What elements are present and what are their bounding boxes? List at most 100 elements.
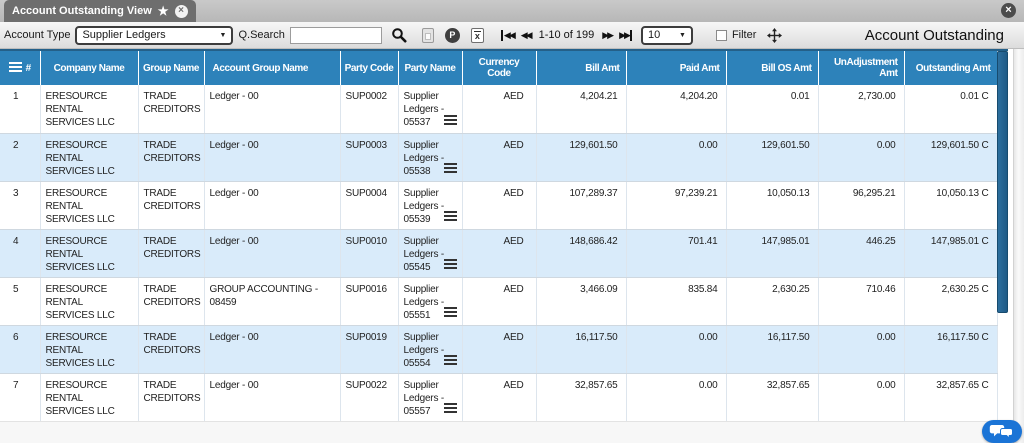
row-selector-icon[interactable] bbox=[8, 62, 22, 72]
search-icon[interactable] bbox=[391, 27, 407, 43]
party-detail-list-icon[interactable] bbox=[443, 258, 457, 269]
grid-scrollbar-thumb[interactable] bbox=[997, 51, 1008, 313]
header-currency-code[interactable]: Currency Code bbox=[462, 51, 537, 85]
cell-row-number: 5 bbox=[0, 277, 41, 326]
table-row[interactable]: 5 ERESOURCE RENTAL SERVICES LLC TRADE CR… bbox=[0, 277, 998, 326]
cell-party-code: SUP0003 bbox=[340, 133, 399, 182]
cell-group-name: TRADE CREDITORS bbox=[138, 373, 205, 422]
cell-group-name: TRADE CREDITORS bbox=[138, 325, 205, 374]
page-size-value: 10 bbox=[647, 29, 661, 41]
cell-account-group-name: Ledger - 00 bbox=[204, 325, 341, 374]
cell-account-group-name: Ledger - 00 bbox=[204, 181, 341, 230]
cell-paid-amt: 0.00 bbox=[626, 133, 727, 182]
cell-account-group-name: Ledger - 00 bbox=[204, 85, 341, 134]
header-bill-amt[interactable]: Bill Amt bbox=[536, 51, 627, 85]
header-unadjustment-amt[interactable]: UnAdjustment Amt bbox=[818, 51, 905, 85]
cell-party-code: SUP0002 bbox=[340, 85, 399, 134]
chat-button[interactable] bbox=[982, 420, 1022, 443]
cell-bill-os-amt: 0.01 bbox=[726, 85, 819, 134]
cell-paid-amt: 0.00 bbox=[626, 325, 727, 374]
header-group-name[interactable]: Group Name bbox=[138, 51, 205, 85]
cell-bill-os-amt: 32,857.65 bbox=[726, 373, 819, 422]
cell-bill-os-amt: 10,050.13 bbox=[726, 181, 819, 230]
page-scrollbar[interactable] bbox=[1013, 49, 1024, 443]
search-input[interactable] bbox=[289, 26, 382, 44]
header-outstanding-amt[interactable]: Outstanding Amt bbox=[904, 51, 998, 85]
table-header-row: # Company Name Group Name Account Group … bbox=[0, 51, 998, 85]
cell-unadjustment-amt: 0.00 bbox=[818, 325, 905, 374]
account-outstanding-view-window: Account Outstanding View ★ × × Account T… bbox=[0, 0, 1024, 443]
pager-first-icon[interactable]: ◀◀ bbox=[500, 29, 516, 41]
cell-outstanding-amt: 147,985.01 C bbox=[904, 229, 998, 278]
cell-unadjustment-amt: 96,295.21 bbox=[818, 181, 905, 230]
header-account-group-name[interactable]: Account Group Name bbox=[204, 51, 341, 85]
table-row[interactable]: 7 ERESOURCE RENTAL SERVICES LLC TRADE CR… bbox=[0, 373, 998, 422]
table-row[interactable]: 3 ERESOURCE RENTAL SERVICES LLC TRADE CR… bbox=[0, 181, 998, 230]
page-title: Account Outstanding bbox=[864, 26, 1004, 44]
cell-bill-os-amt: 147,985.01 bbox=[726, 229, 819, 278]
cell-party-code: SUP0019 bbox=[340, 325, 399, 374]
cell-party-name: Supplier Ledgers - 05539 bbox=[398, 181, 463, 230]
cell-unadjustment-amt: 0.00 bbox=[818, 133, 905, 182]
cell-party-name: Supplier Ledgers - 05557 bbox=[398, 373, 463, 422]
excel-export-icon[interactable]: x bbox=[470, 27, 484, 43]
party-detail-list-icon[interactable] bbox=[443, 210, 457, 221]
cell-group-name: TRADE CREDITORS bbox=[138, 181, 205, 230]
pager-next-icon[interactable]: ▶▶ bbox=[601, 30, 614, 41]
party-detail-list-icon[interactable] bbox=[443, 114, 457, 125]
cell-outstanding-amt: 129,601.50 C bbox=[904, 133, 998, 182]
header-company-name[interactable]: Company Name bbox=[40, 51, 139, 85]
account-type-select[interactable]: Supplier Ledgers ▼ bbox=[75, 25, 234, 45]
cell-party-name: Supplier Ledgers - 05545 bbox=[398, 229, 463, 278]
grid-footer-strip bbox=[0, 421, 1011, 443]
header-row-number[interactable]: # bbox=[0, 51, 41, 85]
account-type-label: Account Type bbox=[4, 29, 71, 41]
cell-row-number: 7 bbox=[0, 373, 41, 422]
cell-party-name: Supplier Ledgers - 05538 bbox=[398, 133, 463, 182]
cell-paid-amt: 701.41 bbox=[626, 229, 727, 278]
report-icon[interactable] bbox=[421, 27, 434, 43]
move-layout-icon[interactable] bbox=[767, 27, 783, 43]
table-row[interactable]: 6 ERESOURCE RENTAL SERVICES LLC TRADE CR… bbox=[0, 325, 998, 374]
party-detail-list-icon[interactable] bbox=[443, 354, 457, 365]
cell-row-number: 4 bbox=[0, 229, 41, 278]
page-size-select[interactable]: 10 ▼ bbox=[640, 25, 693, 45]
cell-currency-code: AED bbox=[462, 85, 537, 134]
cell-unadjustment-amt: 710.46 bbox=[818, 277, 905, 326]
cell-unadjustment-amt: 2,730.00 bbox=[818, 85, 905, 134]
cell-bill-amt: 32,857.65 bbox=[536, 373, 627, 422]
header-party-code[interactable]: Party Code bbox=[340, 51, 399, 85]
cell-bill-amt: 3,466.09 bbox=[536, 277, 627, 326]
table-row[interactable]: 4 ERESOURCE RENTAL SERVICES LLC TRADE CR… bbox=[0, 229, 998, 278]
cell-row-number: 6 bbox=[0, 325, 41, 374]
tab-bar: Account Outstanding View ★ × × bbox=[0, 0, 1024, 22]
header-party-name[interactable]: Party Name bbox=[398, 51, 463, 85]
header-paid-amt[interactable]: Paid Amt bbox=[626, 51, 727, 85]
quick-search-label: Q.Search bbox=[238, 29, 285, 41]
header-bill-os-amt[interactable]: Bill OS Amt bbox=[726, 51, 819, 85]
tab-account-outstanding-view[interactable]: Account Outstanding View ★ × bbox=[4, 0, 196, 22]
data-grid: # Company Name Group Name Account Group … bbox=[0, 49, 1008, 422]
pagination-range: 1-10 of 199 bbox=[538, 29, 595, 41]
cell-party-code: SUP0004 bbox=[340, 181, 399, 230]
cell-group-name: TRADE CREDITORS bbox=[138, 85, 205, 134]
table-row[interactable]: 2 ERESOURCE RENTAL SERVICES LLC TRADE CR… bbox=[0, 133, 998, 182]
cell-party-name: Supplier Ledgers - 05537 bbox=[398, 85, 463, 134]
cell-currency-code: AED bbox=[462, 229, 537, 278]
pager-prev-icon[interactable]: ◀◀ bbox=[520, 30, 533, 41]
pager-last-icon[interactable]: ▶▶ bbox=[618, 29, 632, 41]
favorite-star-icon[interactable]: ★ bbox=[158, 5, 169, 17]
cell-bill-amt: 129,601.50 bbox=[536, 133, 627, 182]
party-detail-list-icon[interactable] bbox=[443, 162, 457, 173]
window-close-icon[interactable]: × bbox=[1001, 3, 1016, 18]
cell-row-number: 1 bbox=[0, 85, 41, 134]
filter-label: Filter bbox=[731, 29, 757, 41]
toolbar: Account Type Supplier Ledgers ▼ Q.Search… bbox=[0, 22, 1024, 49]
party-detail-list-icon[interactable] bbox=[443, 306, 457, 317]
pdf-export-icon[interactable]: P bbox=[444, 27, 460, 43]
filter-checkbox[interactable] bbox=[715, 29, 727, 41]
cell-account-group-name: Ledger - 00 bbox=[204, 373, 341, 422]
table-row[interactable]: 1 ERESOURCE RENTAL SERVICES LLC TRADE CR… bbox=[0, 85, 998, 134]
tab-close-icon[interactable]: × bbox=[174, 4, 188, 18]
party-detail-list-icon[interactable] bbox=[443, 402, 457, 413]
